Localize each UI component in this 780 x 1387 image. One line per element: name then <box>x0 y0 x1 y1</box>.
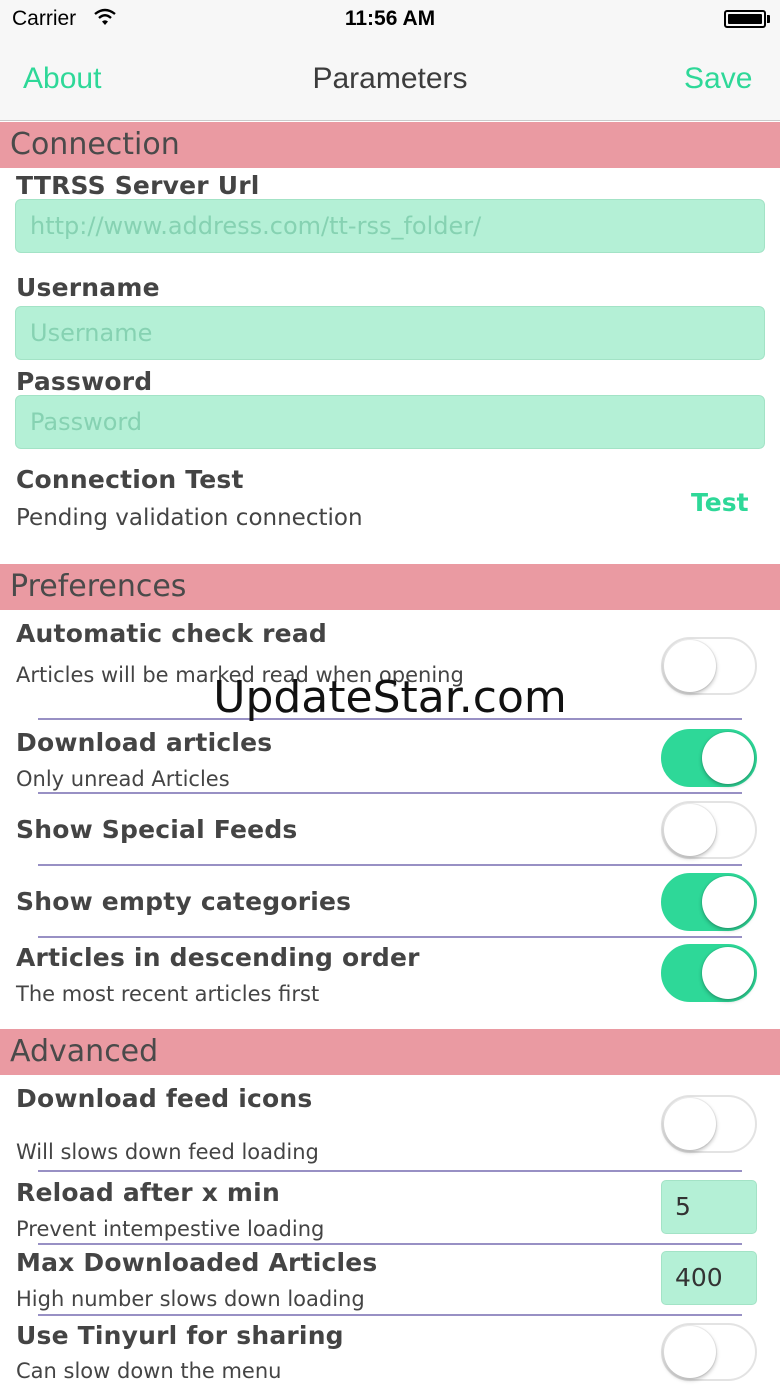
download-feed-icons-toggle[interactable] <box>661 1095 757 1153</box>
toggle-knob <box>664 804 716 856</box>
password-input[interactable]: Password <box>15 395 765 449</box>
tinyurl-sub: Can slow down the menu <box>16 1359 282 1383</box>
status-time: 11:56 AM <box>344 7 436 30</box>
reload-interval-sub: Prevent intempestive loading <box>16 1217 325 1241</box>
max-articles-sub: High number slows down loading <box>16 1287 365 1311</box>
download-articles-toggle[interactable] <box>661 729 757 787</box>
row-divider <box>38 936 742 938</box>
descending-order-label: Articles in descending order <box>16 943 420 972</box>
battery-icon <box>724 10 766 28</box>
section-header-connection: Connection <box>0 122 780 168</box>
show-special-feeds-label: Show Special Feeds <box>16 815 298 844</box>
download-feed-icons-sub: Will slows down feed loading <box>16 1140 319 1164</box>
username-label: Username <box>16 273 160 302</box>
show-empty-categories-label: Show empty categories <box>16 887 352 916</box>
row-divider <box>38 864 742 866</box>
tinyurl-toggle[interactable] <box>661 1323 757 1381</box>
row-divider <box>38 1314 742 1316</box>
tinyurl-label: Use Tinyurl for sharing <box>16 1321 344 1350</box>
reload-interval-label: Reload after x min <box>16 1178 280 1207</box>
server-url-placeholder: http://www.address.com/tt-rss_folder/ <box>30 212 482 240</box>
section-header-advanced: Advanced <box>0 1029 780 1075</box>
toggle-knob <box>702 732 754 784</box>
section-title: Preferences <box>10 569 187 604</box>
server-url-input[interactable]: http://www.address.com/tt-rss_folder/ <box>15 199 765 253</box>
descending-order-toggle[interactable] <box>661 944 757 1002</box>
max-articles-value: 400 <box>675 1263 723 1292</box>
download-articles-label: Download articles <box>16 728 273 757</box>
download-articles-sub: Only unread Articles <box>16 767 230 791</box>
connection-status-text: Pending validation connection <box>16 505 363 531</box>
row-divider <box>38 1243 742 1245</box>
max-articles-label: Max Downloaded Articles <box>16 1248 378 1277</box>
max-articles-input[interactable]: 400 <box>661 1251 757 1305</box>
username-placeholder: Username <box>30 319 153 347</box>
automatic-check-read-toggle[interactable] <box>661 637 757 695</box>
toggle-knob <box>702 876 754 928</box>
reload-interval-input[interactable]: 5 <box>661 1180 757 1234</box>
save-button[interactable]: Save <box>684 62 752 96</box>
toggle-knob <box>664 1326 716 1378</box>
page-title: Parameters <box>312 62 468 95</box>
toggle-knob <box>664 640 716 692</box>
section-title: Advanced <box>10 1034 159 1069</box>
row-divider <box>38 718 742 720</box>
test-button[interactable]: Test <box>691 488 749 517</box>
battery-tip <box>767 15 770 23</box>
automatic-check-read-sub: Articles will be marked read when openin… <box>16 663 464 687</box>
show-special-feeds-toggle[interactable] <box>661 801 757 859</box>
automatic-check-read-label: Automatic check read <box>16 619 328 648</box>
toggle-knob <box>664 1098 716 1150</box>
show-empty-categories-toggle[interactable] <box>661 873 757 931</box>
username-input[interactable]: Username <box>15 306 765 360</box>
descending-order-sub: The most recent articles first <box>16 982 320 1006</box>
download-feed-icons-label: Download feed icons <box>16 1084 313 1113</box>
row-divider <box>38 792 742 794</box>
row-divider <box>38 1170 742 1172</box>
reload-interval-value: 5 <box>675 1192 691 1221</box>
password-placeholder: Password <box>30 408 143 436</box>
password-label: Password <box>16 367 153 396</box>
connection-test-label: Connection Test <box>16 465 244 494</box>
toggle-knob <box>702 947 754 999</box>
server-url-label: TTRSS Server Url <box>16 171 260 200</box>
section-title: Connection <box>10 127 180 162</box>
section-header-preferences: Preferences <box>0 564 780 610</box>
